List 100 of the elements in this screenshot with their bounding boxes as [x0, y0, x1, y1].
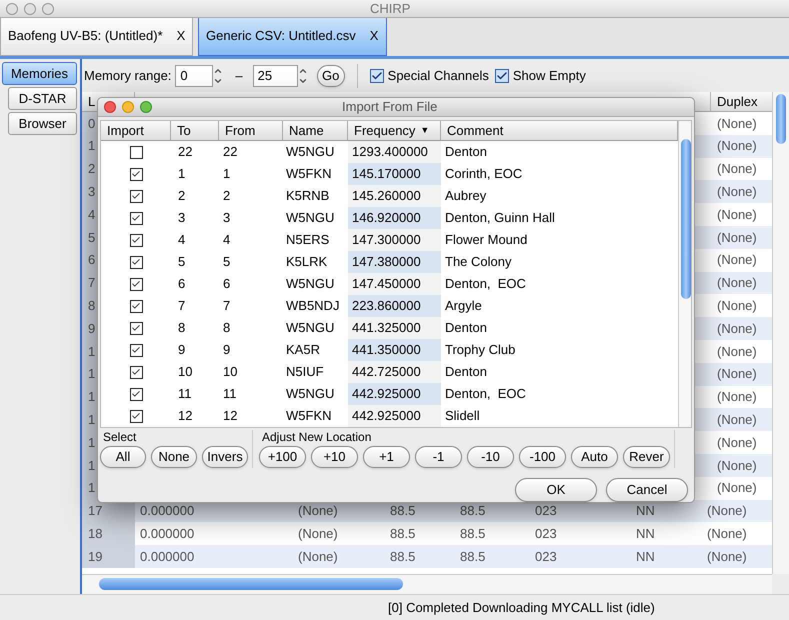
- table-cell-text: N5IUF: [285, 363, 325, 382]
- adjust-button[interactable]: -100: [519, 446, 566, 468]
- side-tab[interactable]: Memories: [2, 62, 77, 85]
- table-cell-text: (None): [297, 524, 339, 543]
- table-cell-text: 5: [177, 253, 186, 272]
- dialog-button[interactable]: OK: [515, 478, 597, 502]
- table-cell: 19: [82, 545, 135, 568]
- table-cell-text: Denton, EOC: [444, 275, 527, 294]
- table-cell-text: Denton, EOC: [444, 385, 527, 404]
- checkbox[interactable]: [130, 344, 142, 356]
- adjust-button[interactable]: +10: [311, 446, 358, 468]
- range-separator: –: [234, 66, 244, 85]
- check-icon: [131, 279, 141, 289]
- table-cell: 18: [82, 522, 135, 546]
- checkbox[interactable]: [130, 212, 142, 224]
- checkbox[interactable]: [494, 68, 509, 82]
- dialog-button[interactable]: Cancel: [606, 478, 688, 502]
- window-title: CHIRP: [370, 0, 410, 18]
- adjust-button[interactable]: Rever: [623, 446, 670, 468]
- select-button[interactable]: None: [151, 446, 197, 468]
- table-cell-text: K5LRK: [285, 253, 328, 272]
- table-cell-text: Argyle: [444, 297, 483, 316]
- table-cell-text: (None): [716, 228, 758, 247]
- table-cell-text: Denton: [444, 143, 488, 162]
- adjust-button[interactable]: +1: [363, 446, 410, 468]
- column-header[interactable]: From: [219, 121, 283, 140]
- checkbox[interactable]: [130, 322, 142, 334]
- checkbox[interactable]: [130, 278, 142, 290]
- check-icon: [131, 213, 141, 223]
- table-cell-text: 88.5: [459, 548, 486, 566]
- column-header[interactable]: Name: [283, 121, 348, 140]
- table-cell-text: (None): [716, 320, 758, 338]
- table-cell-text: 10: [177, 363, 194, 382]
- table-cell: 145.260000: [348, 185, 441, 207]
- adjust-button[interactable]: +100: [259, 446, 306, 468]
- column-header[interactable]: Frequency ▼: [348, 121, 441, 140]
- checkbox[interactable]: [370, 68, 384, 82]
- horizontal-scrollbar[interactable]: [82, 574, 772, 594]
- vertical-scrollbar[interactable]: [678, 121, 691, 427]
- select-button[interactable]: Invers: [202, 446, 248, 468]
- checkbox[interactable]: [130, 300, 142, 312]
- column-header[interactable]: Import: [101, 121, 171, 140]
- table-cell-text: Denton, Guinn Hall: [444, 209, 556, 228]
- table-cell-text: 4: [177, 231, 186, 250]
- table-cell-text: 9: [222, 341, 232, 360]
- table-cell-text: K5RNB: [285, 187, 330, 206]
- column-header[interactable]: To: [171, 121, 219, 140]
- table-cell-text: W5FKN: [285, 165, 332, 184]
- table-cell-text: 10: [222, 363, 238, 382]
- table-cell: 441.325000: [348, 317, 441, 339]
- checkbox[interactable]: [130, 256, 142, 268]
- vertical-scrollbar[interactable]: [772, 92, 789, 574]
- checkbox[interactable]: [130, 366, 142, 378]
- tab[interactable]: Generic CSV: Untitled.csv X: [198, 16, 387, 56]
- table-cell-text: (None): [716, 479, 758, 498]
- table-cell-text: Aubrey: [444, 187, 488, 206]
- adjust-button[interactable]: -10: [467, 446, 514, 468]
- table-cell-text: W5NGU: [285, 209, 336, 228]
- table-cell-text: (None): [716, 411, 758, 429]
- table-cell-text: 8: [222, 319, 232, 338]
- table-cell-text: 12: [222, 407, 238, 426]
- side-tab[interactable]: D-STAR: [8, 87, 77, 110]
- table-cell-text: 7: [177, 297, 186, 316]
- table-cell: 147.450000: [348, 273, 441, 295]
- checkbox[interactable]: [130, 410, 142, 422]
- checkbox[interactable]: [130, 388, 142, 400]
- side-tab[interactable]: Browser: [8, 112, 77, 135]
- tab-close-button[interactable]: X: [370, 26, 378, 46]
- table-cell-text: The Colony: [444, 253, 512, 272]
- zoom-icon[interactable]: [140, 101, 152, 113]
- check-icon: [496, 70, 508, 82]
- checkbox-label: Special Channels: [388, 66, 489, 85]
- adjust-button[interactable]: Auto: [571, 446, 618, 468]
- tab-close-button[interactable]: X: [176, 26, 186, 46]
- select-button[interactable]: All: [100, 446, 146, 468]
- table-cell-text: 2: [222, 187, 232, 206]
- table-cell-text: NN: [635, 502, 656, 520]
- table-cell-text: (None): [716, 206, 758, 224]
- go-button[interactable]: Go: [316, 64, 345, 86]
- close-icon[interactable]: [104, 101, 116, 113]
- table-cell-text: 88.5: [389, 524, 416, 543]
- table-cell-text: Flower Mound: [444, 231, 528, 250]
- checkbox[interactable]: [130, 168, 142, 180]
- table-cell-text: 88.5: [389, 548, 416, 566]
- number-field[interactable]: 0: [175, 64, 214, 86]
- table-cell-text: 023: [534, 524, 558, 543]
- number-field[interactable]: 25: [252, 64, 298, 86]
- checkbox[interactable]: [130, 146, 142, 158]
- table-cell-text: (None): [706, 502, 748, 520]
- table-cell-text: 8: [177, 319, 186, 338]
- table-cell-text: N5ERS: [285, 231, 330, 250]
- checkbox[interactable]: [130, 190, 142, 202]
- table-cell-text: 11: [177, 385, 192, 404]
- tab[interactable]: Baofeng UV-B5: (Untitled)* X: [0, 16, 193, 56]
- adjust-button[interactable]: -1: [415, 446, 462, 468]
- checkbox[interactable]: [130, 234, 142, 246]
- table-cell-text: Denton: [444, 319, 488, 338]
- dialog-title: Import From File: [342, 98, 438, 116]
- check-icon: [370, 70, 383, 82]
- check-icon: [131, 191, 141, 201]
